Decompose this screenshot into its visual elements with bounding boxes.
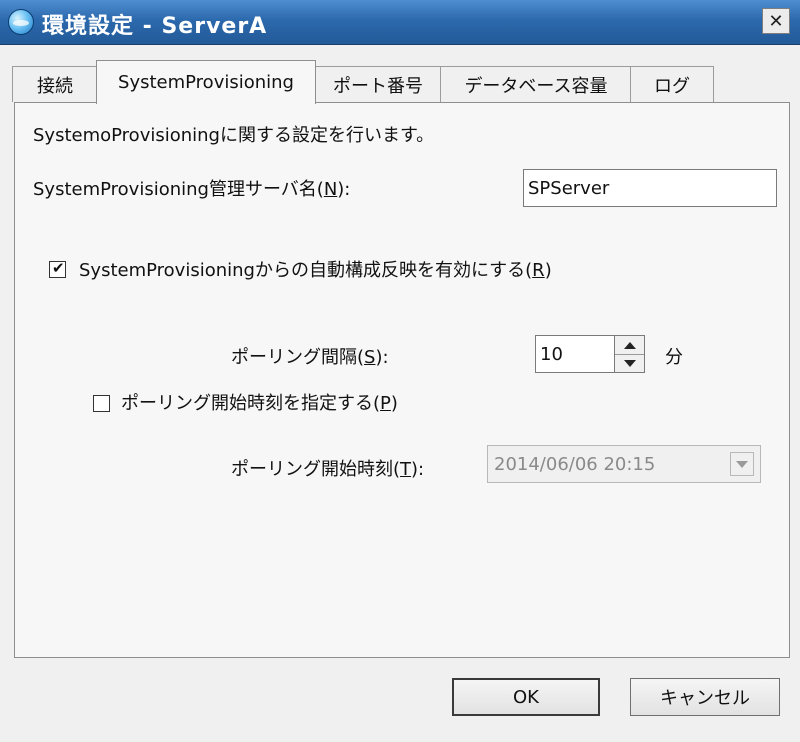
auto-reflect-checkbox[interactable]: ✔ — [49, 259, 66, 278]
window-title: 環境設定 - ServerA — [42, 14, 268, 39]
tab-strip: 接続 SystemProvisioning ポート番号 データベース容量 ログ — [12, 60, 792, 104]
auto-reflect-label[interactable]: SystemProvisioningからの自動構成反映を有効にする(R) — [79, 256, 552, 282]
ok-button[interactable]: OK — [452, 678, 600, 716]
arrow-down-icon — [623, 359, 636, 367]
spin-down-button[interactable] — [615, 354, 644, 372]
start-time-value: 2014/06/06 20:15 — [494, 453, 656, 475]
polling-interval-unit: 分 — [665, 347, 683, 368]
specify-start-checkbox[interactable] — [93, 395, 110, 412]
app-icon — [8, 9, 34, 35]
spinner-buttons — [614, 336, 644, 372]
tab-log[interactable]: ログ — [630, 66, 714, 102]
settings-dialog: 環境設定 - ServerA ✕ 接続 SystemProvisioning ポ… — [0, 0, 800, 742]
polling-interval-label: ポーリング間隔(S): — [231, 347, 389, 368]
close-button[interactable]: ✕ — [762, 8, 790, 34]
start-time-label: ポーリング開始時刻(T): — [231, 459, 425, 480]
panel-description: SystemoProvisioningに関する設定を行います。 — [33, 125, 435, 146]
combo-dropdown-button[interactable] — [730, 452, 754, 476]
polling-interval-value: 10 — [540, 343, 563, 365]
spin-up-button[interactable] — [615, 336, 644, 355]
arrow-up-icon — [623, 341, 636, 349]
tab-database-capacity[interactable]: データベース容量 — [440, 66, 632, 102]
tab-connection[interactable]: 接続 — [12, 66, 98, 102]
title-bar[interactable]: 環境設定 - ServerA ✕ — [0, 0, 800, 45]
tab-port-number[interactable]: ポート番号 — [314, 66, 442, 102]
tab-systemprovisioning[interactable]: SystemProvisioning — [96, 60, 316, 104]
server-name-label: SystemProvisioning管理サーバ名(N): — [33, 179, 351, 200]
specify-start-label[interactable]: ポーリング開始時刻を指定する(P) — [121, 389, 398, 415]
cancel-button[interactable]: キャンセル — [630, 678, 780, 716]
close-icon: ✕ — [768, 10, 784, 32]
polling-interval-spinner[interactable]: 10 — [535, 335, 645, 373]
chevron-down-icon — [736, 460, 748, 468]
server-name-input[interactable]: SPServer — [523, 169, 777, 207]
systemprovisioning-panel: SystemoProvisioningに関する設定を行います。 SystemPr… — [14, 102, 790, 658]
checkmark-icon: ✔ — [52, 259, 65, 277]
start-time-combobox[interactable]: 2014/06/06 20:15 — [487, 445, 761, 483]
